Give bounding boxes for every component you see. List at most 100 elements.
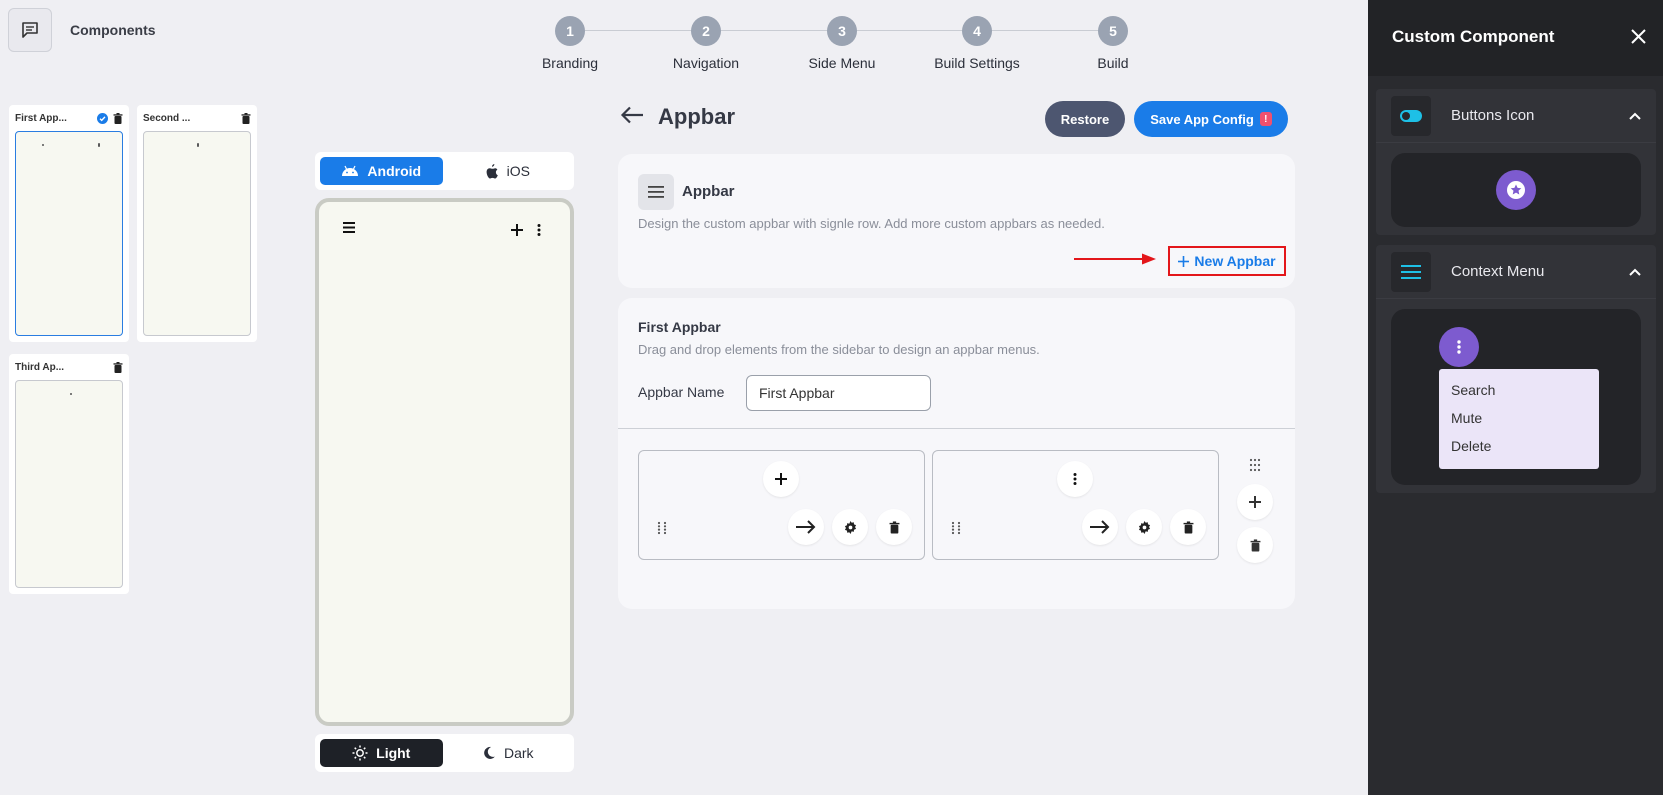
save-label: Save App Config [1150,111,1254,127]
accordion-context-menu: Context Menu Search Mute Delete [1376,245,1656,493]
appbar-slot[interactable] [638,450,925,560]
gear-icon[interactable] [832,509,868,545]
appbar-thumbnail[interactable]: First App... [9,105,129,342]
accordion-header[interactable]: Buttons Icon [1376,89,1656,143]
divider [618,428,1295,429]
components-title: Components [70,22,156,38]
custom-component-panel: Custom Component Buttons Icon Context Me… [1368,0,1663,795]
accordion-label: Context Menu [1451,263,1545,280]
thumbnail-preview [15,131,123,336]
step-build-settings[interactable]: 4 Build Settings [917,16,1037,71]
arrow-right-icon[interactable] [1082,509,1118,545]
step-build[interactable]: 5 Build [1053,16,1173,71]
menu-icon [638,174,674,210]
moon-icon [482,746,496,760]
dark-label: Dark [503,745,534,761]
check-circle-icon [97,112,108,124]
light-label: Light [376,745,411,761]
back-arrow-icon[interactable] [620,106,644,124]
row-drag-handle-icon[interactable] [1249,458,1261,472]
plus-icon [763,461,799,497]
trash-icon[interactable] [241,112,251,124]
arrow-right-icon[interactable] [788,509,824,545]
trash-icon[interactable] [876,509,912,545]
sun-icon [352,745,368,761]
trash-icon[interactable] [113,361,123,373]
more-vert-icon [1057,461,1093,497]
warning-badge: ! [1259,112,1272,126]
thumbnail-name: First App... [15,112,67,124]
step-label: Build Settings [934,55,1020,71]
phone-preview [315,198,574,726]
drag-handle-icon[interactable] [951,521,961,535]
new-appbar-button[interactable]: New Appbar [1168,246,1286,276]
step-side-menu[interactable]: 3 Side Menu [782,16,902,71]
appbar-name-input[interactable]: First Appbar [746,375,931,411]
thumbnail-name: Second ... [143,112,191,124]
apple-icon [486,163,499,179]
step-number: 3 [827,16,857,46]
appbar-name-label: Appbar Name [638,384,725,400]
delete-row-button[interactable] [1237,527,1273,563]
platform-toggle: Android iOS [315,152,574,190]
appbar-thumbnail[interactable]: Third Ap... [9,354,129,594]
android-tab[interactable]: Android [320,157,443,185]
chevron-up-icon[interactable] [1629,268,1641,276]
thumbnail-name: Third Ap... [15,361,65,373]
accordion-buttons-icon: Buttons Icon [1376,89,1656,235]
dark-theme-tab[interactable]: Dark [447,739,570,767]
appbar-thumbnail[interactable]: Second ... [137,105,257,342]
step-number: 4 [962,16,992,46]
restore-button[interactable]: Restore [1045,101,1125,137]
context-menu-item[interactable]: Mute [1451,407,1587,435]
trash-icon[interactable] [113,112,123,124]
step-navigation[interactable]: 2 Navigation [646,16,766,71]
appbar-slot[interactable] [932,450,1219,560]
more-vert-icon [537,224,541,236]
appbar-card: Appbar Design the custom appbar with sig… [618,154,1295,288]
step-number: 1 [555,16,585,46]
step-label: Navigation [672,55,740,71]
editor-title: First Appbar [638,319,721,335]
list-icon [1391,251,1431,292]
drag-handle-icon[interactable] [657,521,667,535]
step-number: 2 [691,16,721,46]
save-app-config-button[interactable]: Save App Config ! [1134,101,1288,137]
hamburger-icon [343,222,355,233]
editor-description: Drag and drop elements from the sidebar … [638,342,1040,357]
add-row-button[interactable] [1237,484,1273,520]
new-appbar-label: New Appbar [1194,253,1276,269]
accordion-header[interactable]: Context Menu [1376,245,1656,299]
step-label: Branding [541,55,599,71]
chevron-up-icon[interactable] [1629,112,1641,120]
step-branding[interactable]: 1 Branding [510,16,630,71]
appbar-card-title: Appbar [682,183,735,200]
context-menu-item[interactable]: Search [1451,379,1587,407]
android-icon [341,165,359,177]
step-label: Side Menu [808,55,876,71]
chat-icon [20,20,40,40]
panel-title: Custom Component [1392,27,1555,46]
trash-icon[interactable] [1170,509,1206,545]
context-menu: Search Mute Delete [1439,369,1599,469]
ios-tab[interactable]: iOS [447,157,570,185]
more-vert-button-icon[interactable] [1439,327,1479,367]
close-icon[interactable] [1631,29,1646,44]
context-menu-item[interactable]: Delete [1451,435,1587,463]
gear-icon[interactable] [1126,509,1162,545]
annotation-arrow [1074,252,1158,266]
page-title: Appbar [658,104,735,129]
thumbnail-preview [15,380,123,588]
appbar-editor-card: First Appbar Drag and drop elements from… [618,298,1295,609]
step-number: 5 [1098,16,1128,46]
step-label: Build [1097,55,1129,71]
component-preview: Search Mute Delete [1391,309,1641,485]
star-button-icon[interactable] [1496,170,1536,210]
theme-toggle: Light Dark [315,734,574,772]
light-theme-tab[interactable]: Light [320,739,443,767]
components-toggle-button[interactable] [8,8,52,52]
appbar-card-description: Design the custom appbar with signle row… [638,216,1105,231]
ios-label: iOS [506,163,530,179]
toggle-icon [1391,95,1431,136]
accordion-label: Buttons Icon [1451,107,1535,124]
